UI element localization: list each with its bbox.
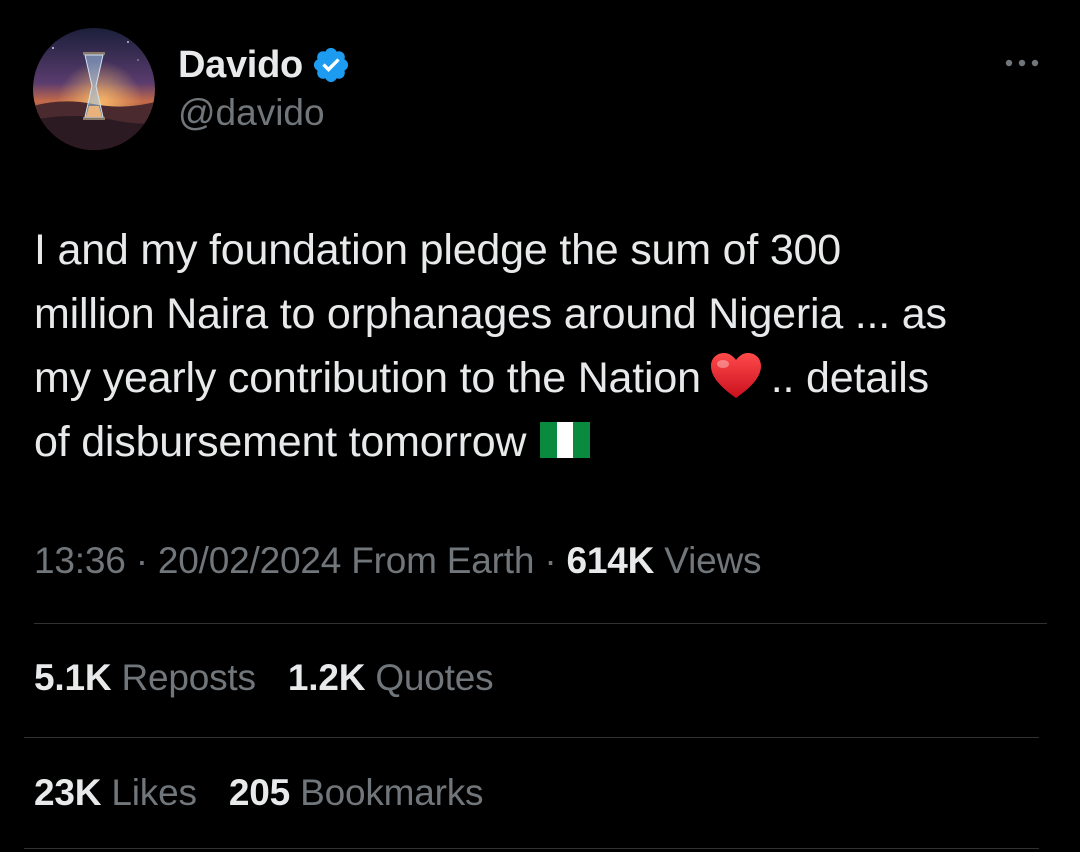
views-count: 614K — [566, 540, 655, 581]
more-options-icon[interactable] — [1000, 50, 1044, 76]
tweet-line: my yearly contribution to the Nation .. d… — [34, 346, 1054, 410]
avatar[interactable] — [33, 28, 155, 150]
meta-separator: · — [544, 540, 557, 581]
reposts-label: Reposts — [121, 657, 256, 698]
divider — [34, 623, 1047, 624]
tweet-line: I and my foundation pledge the sum of 30… — [34, 226, 841, 274]
tweet-line-segment: .. details — [770, 354, 929, 402]
divider — [24, 848, 1039, 849]
divider — [24, 737, 1039, 738]
tweet-line-segment: of disbursement tomorrow — [34, 418, 527, 466]
meta-separator — [534, 540, 544, 581]
likes-label: Likes — [111, 772, 197, 813]
verified-badge-icon[interactable] — [311, 45, 351, 85]
tweet-text: I and my foundation pledge the sum of 30… — [34, 218, 1054, 474]
tweet-line: of disbursement tomorrow — [34, 410, 1054, 474]
quotes-count: 1.2K — [287, 657, 366, 698]
tweet-time[interactable]: 13:36 — [34, 540, 126, 581]
author-name-row: Davido — [178, 40, 351, 90]
tweet-line: million Naira to orphanages around Niger… — [34, 290, 947, 338]
hourglass-desert-avatar-icon — [33, 28, 155, 150]
meta-separator: · — [135, 540, 148, 581]
tweet-source: From Earth — [351, 540, 535, 581]
stats-row-likes: 23K Likes 205 Bookmarks — [34, 772, 505, 814]
bookmarks-count: 205 — [228, 772, 290, 813]
reposts-stat[interactable]: 5.1K Reposts — [34, 657, 256, 698]
quotes-label: Quotes — [375, 657, 494, 698]
stats-row-reposts: 5.1K Reposts 1.2K Quotes — [34, 657, 515, 699]
red-heart-emoji-icon — [709, 352, 763, 400]
tweet-line-segment: my yearly contribution to the Nation — [34, 354, 701, 402]
views-label: Views — [664, 540, 762, 581]
quotes-stat[interactable]: 1.2K Quotes — [288, 657, 494, 698]
likes-count: 23K — [34, 772, 102, 813]
tweet-date[interactable]: 20/02/2024 — [158, 540, 341, 581]
bookmarks-label: Bookmarks — [300, 772, 484, 813]
likes-stat[interactable]: 23K Likes — [34, 772, 197, 813]
bookmarks-stat[interactable]: 205 Bookmarks — [229, 772, 484, 813]
tweet-meta: 13:36 · 20/02/2024 From Earth · 614K Vie… — [34, 540, 762, 582]
author-handle[interactable]: @davido — [178, 92, 325, 134]
nigeria-flag-emoji-icon — [540, 412, 591, 458]
reposts-count: 5.1K — [34, 657, 112, 698]
author-display-name[interactable]: Davido — [178, 44, 303, 87]
